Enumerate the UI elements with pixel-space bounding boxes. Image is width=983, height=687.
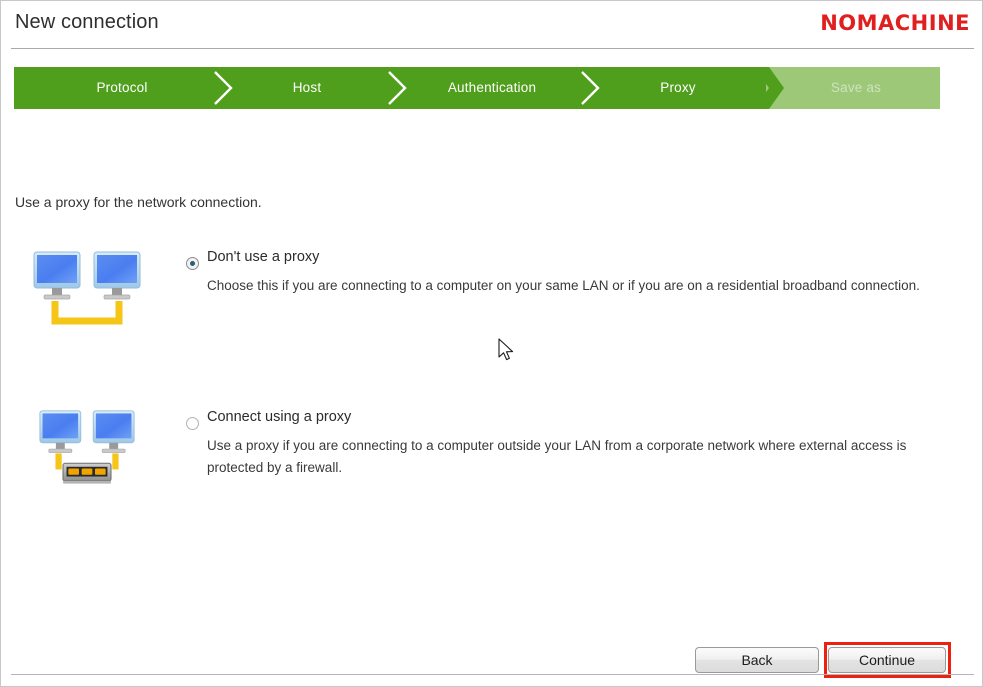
new-connection-window: New connection NOMACHINE Protocol Host A…: [0, 0, 983, 687]
instruction-text: Use a proxy for the network connection.: [15, 194, 262, 210]
option-title-use-proxy: Connect using a proxy: [207, 409, 352, 425]
wizard-step-bar: Protocol Host Authentication Proxy Save …: [14, 67, 940, 109]
back-button[interactable]: Back: [695, 647, 819, 673]
step-item-authentication[interactable]: Authentication: [406, 67, 578, 109]
option-title-no-proxy: Don't use a proxy: [207, 249, 320, 265]
step-item-save-as[interactable]: Save as: [776, 67, 936, 109]
page-title: New connection: [15, 11, 159, 33]
window-header: New connection NOMACHINE: [1, 1, 982, 51]
step-item-host[interactable]: Host: [229, 67, 385, 109]
two-computers-lan-icon: [33, 251, 141, 325]
two-computers-router-icon: [39, 410, 135, 484]
step-item-proxy[interactable]: Proxy: [600, 67, 756, 109]
svg-text:NOMACHINE: NOMACHINE: [820, 11, 970, 35]
header-divider: [11, 48, 974, 49]
nomachine-logo: NOMACHINE: [820, 11, 970, 35]
step-item-protocol[interactable]: Protocol: [34, 67, 210, 109]
radio-use-proxy[interactable]: [186, 417, 199, 430]
radio-no-proxy[interactable]: [186, 257, 199, 270]
option-description-use-proxy: Use a proxy if you are connecting to a c…: [207, 438, 907, 475]
footer-divider: [11, 674, 974, 675]
continue-button[interactable]: Continue: [828, 647, 946, 673]
mouse-cursor: [498, 338, 514, 361]
option-description-no-proxy: Choose this if you are connecting to a c…: [207, 278, 920, 293]
